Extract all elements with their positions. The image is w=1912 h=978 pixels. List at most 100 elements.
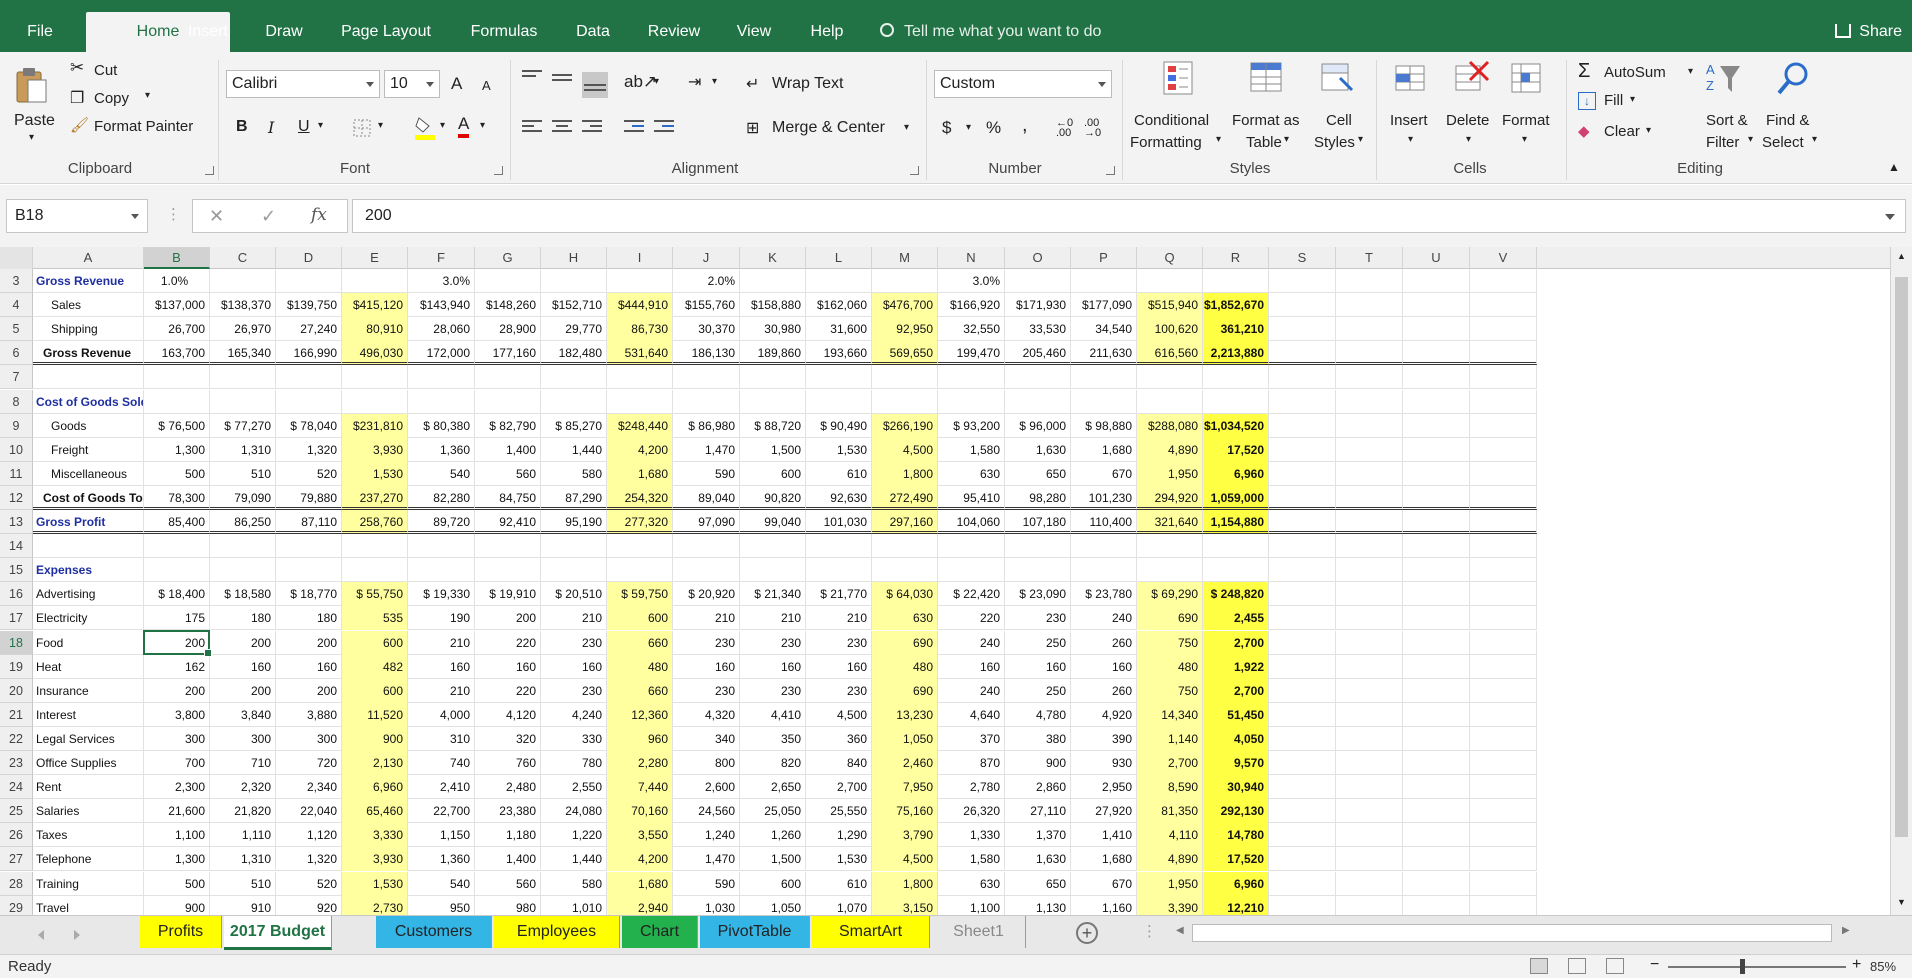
cell-h7[interactable] bbox=[541, 365, 607, 390]
cell-a25[interactable]: Salaries bbox=[33, 799, 144, 824]
row-header-13[interactable]: 13 bbox=[0, 510, 33, 534]
sheet-tab-chart[interactable]: Chart bbox=[622, 916, 698, 948]
cell-i14[interactable] bbox=[607, 534, 673, 559]
cell-r23[interactable]: 9,570 bbox=[1203, 751, 1269, 775]
cell-u21[interactable] bbox=[1403, 702, 1470, 727]
cell-a12[interactable]: Cost of Goods Total bbox=[33, 485, 144, 510]
zoom-slider[interactable] bbox=[1668, 966, 1846, 968]
column-header-h[interactable]: H bbox=[541, 247, 607, 269]
cell-k28[interactable]: 600 bbox=[740, 871, 806, 896]
cell-r5[interactable]: 361,210 bbox=[1203, 317, 1269, 342]
cell-a4[interactable]: Sales bbox=[33, 293, 144, 318]
cell-p10[interactable]: 1,680 bbox=[1071, 437, 1137, 462]
column-header-u[interactable]: U bbox=[1403, 247, 1470, 269]
cell-d22[interactable]: 300 bbox=[276, 726, 342, 751]
cell-a29[interactable]: Travel bbox=[33, 895, 144, 915]
row-header-9[interactable]: 9 bbox=[0, 413, 33, 438]
cell-g26[interactable]: 1,180 bbox=[475, 823, 541, 848]
cell-n18[interactable]: 240 bbox=[938, 630, 1005, 655]
cell-b6[interactable]: 163,700 bbox=[144, 341, 210, 366]
cell-h16[interactable]: $ 20,510 bbox=[541, 582, 607, 607]
cell-j28[interactable]: 590 bbox=[673, 871, 740, 896]
add-sheet-button[interactable]: + bbox=[1076, 922, 1098, 944]
tab-review[interactable]: Review bbox=[632, 12, 716, 52]
cell-b28[interactable]: 500 bbox=[144, 871, 210, 896]
cell-g13[interactable]: 92,410 bbox=[475, 510, 541, 534]
cell-b18[interactable]: 200 bbox=[144, 630, 210, 655]
cell-e7[interactable] bbox=[342, 365, 408, 390]
cell-m21[interactable]: 13,230 bbox=[872, 702, 938, 727]
cell-t23[interactable] bbox=[1336, 751, 1403, 775]
cell-p6[interactable]: 211,630 bbox=[1071, 341, 1137, 366]
cell-i11[interactable]: 1,680 bbox=[607, 461, 673, 486]
cell-a28[interactable]: Training bbox=[33, 871, 144, 896]
cell-h17[interactable]: 210 bbox=[541, 606, 607, 631]
cell-c9[interactable]: $ 77,270 bbox=[210, 413, 276, 438]
cell-e6[interactable]: 496,030 bbox=[342, 341, 408, 366]
cell-o13[interactable]: 107,180 bbox=[1005, 510, 1071, 534]
cell-k9[interactable]: $ 88,720 bbox=[740, 413, 806, 438]
cell-u23[interactable] bbox=[1403, 751, 1470, 775]
cell-p14[interactable] bbox=[1071, 534, 1137, 559]
cell-q29[interactable]: 3,390 bbox=[1137, 895, 1203, 915]
cell-r19[interactable]: 1,922 bbox=[1203, 654, 1269, 679]
cell-f29[interactable]: 950 bbox=[408, 895, 475, 915]
cell-f22[interactable]: 310 bbox=[408, 726, 475, 751]
cell-g6[interactable]: 177,160 bbox=[475, 341, 541, 366]
cell-v15[interactable] bbox=[1470, 558, 1537, 583]
cell-d26[interactable]: 1,120 bbox=[276, 823, 342, 848]
cell-b27[interactable]: 1,300 bbox=[144, 847, 210, 872]
cell-b7[interactable] bbox=[144, 365, 210, 390]
cell-p8[interactable] bbox=[1071, 389, 1137, 414]
cell-m7[interactable] bbox=[872, 365, 938, 390]
cell-j11[interactable]: 590 bbox=[673, 461, 740, 486]
cell-q10[interactable]: 4,890 bbox=[1137, 437, 1203, 462]
page-layout-view-icon[interactable] bbox=[1568, 958, 1586, 974]
formula-input[interactable]: 200 bbox=[352, 199, 1906, 233]
cell-c6[interactable]: 165,340 bbox=[210, 341, 276, 366]
cell-r6[interactable]: 2,213,880 bbox=[1203, 341, 1269, 366]
cell-d4[interactable]: $139,750 bbox=[276, 293, 342, 318]
cell-q12[interactable]: 294,920 bbox=[1137, 485, 1203, 510]
italic-button[interactable]: I bbox=[268, 118, 274, 137]
row-header-29[interactable]: 29 bbox=[0, 895, 33, 915]
insert-function-button[interactable]: fx bbox=[311, 205, 327, 225]
top-align-icon[interactable] bbox=[522, 70, 542, 86]
cell-k10[interactable]: 1,500 bbox=[740, 437, 806, 462]
cell-k23[interactable]: 820 bbox=[740, 751, 806, 775]
cell-b17[interactable]: 175 bbox=[144, 606, 210, 631]
row-header-23[interactable]: 23 bbox=[0, 751, 33, 775]
cell-e10[interactable]: 3,930 bbox=[342, 437, 408, 462]
row-header-8[interactable]: 8 bbox=[0, 389, 33, 414]
cell-v23[interactable] bbox=[1470, 751, 1537, 775]
cell-l24[interactable]: 2,700 bbox=[806, 775, 872, 800]
cell-g16[interactable]: $ 19,910 bbox=[475, 582, 541, 607]
cell-p20[interactable]: 260 bbox=[1071, 678, 1137, 703]
cell-d18[interactable]: 200 bbox=[276, 630, 342, 655]
cell-l11[interactable]: 610 bbox=[806, 461, 872, 486]
cell-d28[interactable]: 520 bbox=[276, 871, 342, 896]
column-header-j[interactable]: J bbox=[673, 247, 740, 269]
cell-f18[interactable]: 210 bbox=[408, 630, 475, 655]
dialog-launcher-icon[interactable] bbox=[910, 166, 919, 175]
cell-v26[interactable] bbox=[1470, 823, 1537, 848]
column-header-s[interactable]: S bbox=[1269, 247, 1336, 269]
cell-s21[interactable] bbox=[1269, 702, 1336, 727]
cell-h15[interactable] bbox=[541, 558, 607, 583]
row-header-11[interactable]: 11 bbox=[0, 461, 33, 486]
cell-s6[interactable] bbox=[1269, 341, 1336, 366]
cell-n19[interactable]: 160 bbox=[938, 654, 1005, 679]
cell-g7[interactable] bbox=[475, 365, 541, 390]
cell-g11[interactable]: 560 bbox=[475, 461, 541, 486]
cell-c24[interactable]: 2,320 bbox=[210, 775, 276, 800]
cell-h12[interactable]: 87,290 bbox=[541, 485, 607, 510]
cell-k20[interactable]: 230 bbox=[740, 678, 806, 703]
cell-c11[interactable]: 510 bbox=[210, 461, 276, 486]
cell-t21[interactable] bbox=[1336, 702, 1403, 727]
cell-k14[interactable] bbox=[740, 534, 806, 559]
cell-g22[interactable]: 320 bbox=[475, 726, 541, 751]
cell-g5[interactable]: 28,900 bbox=[475, 317, 541, 342]
cell-l17[interactable]: 210 bbox=[806, 606, 872, 631]
cell-f7[interactable] bbox=[408, 365, 475, 390]
cell-n23[interactable]: 870 bbox=[938, 751, 1005, 775]
